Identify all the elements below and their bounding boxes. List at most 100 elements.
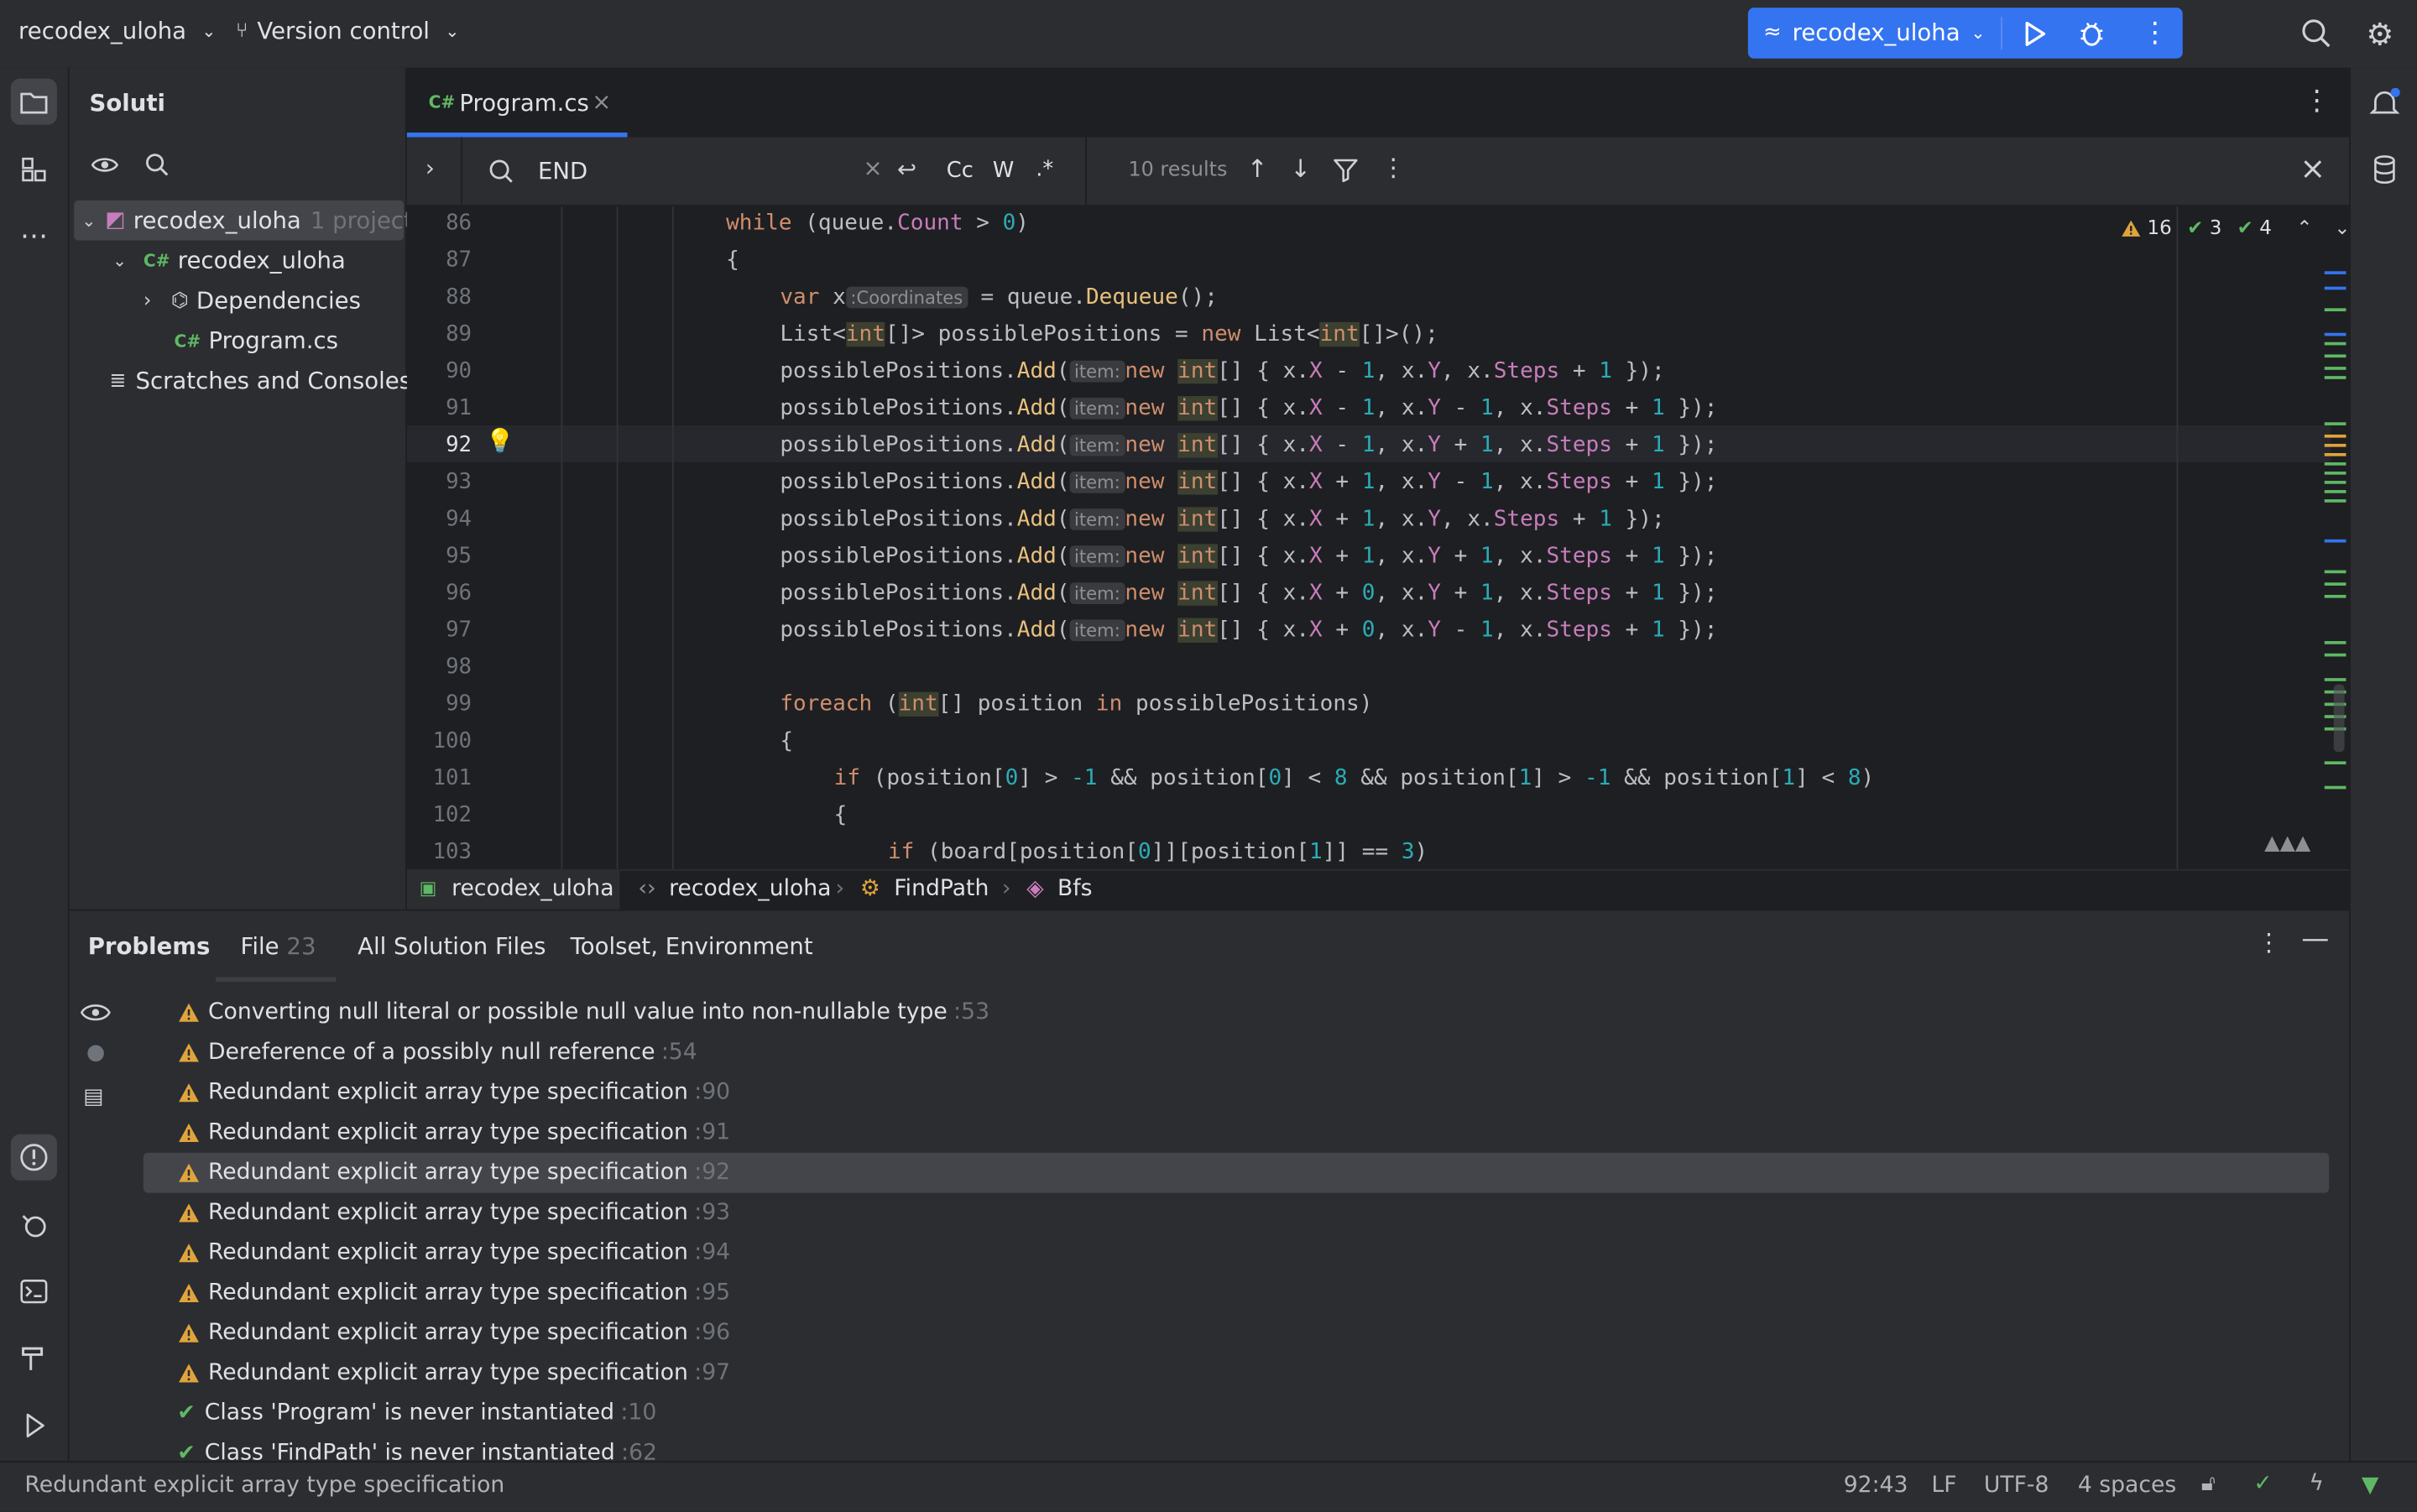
arrow-down-icon[interactable]: ↓ <box>1290 154 1311 184</box>
lightbulb-icon[interactable]: ● <box>86 1040 105 1065</box>
search-everywhere-button[interactable] <box>2300 17 2333 57</box>
problem-line: :54 <box>660 1040 697 1066</box>
debug-button[interactable] <box>2075 17 2108 50</box>
check-circle-icon[interactable]: ✓ <box>2253 1472 2272 1496</box>
problem-item[interactable]: Dereference of a possibly null reference… <box>177 1033 697 1073</box>
match-case-toggle[interactable]: Cc <box>947 159 974 183</box>
run-config-selector[interactable]: ≈ recodex_uloha ⌄ <box>1763 18 1985 46</box>
database-tool-button[interactable] <box>2362 146 2408 192</box>
close-find-icon[interactable]: × <box>2300 149 2326 186</box>
solution-panel: Soluti ⌄ ◩ recodex_uloha 1 project ⌄ C# … <box>69 67 413 910</box>
search-history-icon[interactable] <box>487 157 518 190</box>
structure-tool-button[interactable] <box>11 146 57 192</box>
filter-icon[interactable] <box>1332 156 1360 190</box>
tree-program-file[interactable]: C# Program.cs <box>175 321 338 361</box>
line-number: 90 <box>446 358 472 384</box>
more-vertical-icon[interactable]: ⋮ <box>2303 85 2331 117</box>
breadcrumb-item[interactable]: Bfs <box>1057 877 1093 901</box>
problem-item[interactable]: Converting null literal or possible null… <box>177 993 989 1033</box>
breadcrumb-item[interactable]: FindPath <box>894 877 989 901</box>
tree-solution[interactable]: ⌄ ◩ recodex_uloha 1 project <box>74 200 413 241</box>
find-input[interactable]: END <box>538 157 587 185</box>
unload-projects-button[interactable] <box>90 151 121 185</box>
unlock-icon[interactable]: 🔓︎ <box>2201 1472 2216 1496</box>
preview-icon[interactable]: ▤ <box>83 1085 103 1109</box>
warning-icon <box>179 1123 199 1142</box>
tree-scratches[interactable]: ≣ Scratches and Consoles <box>109 361 411 401</box>
services-tool-button[interactable] <box>11 1202 57 1249</box>
project-tool-button[interactable] <box>10 78 57 125</box>
breadcrumb: ▣ recodex_uloha ‹› recodex_uloha › ⚙ Fin… <box>406 868 2350 911</box>
csharp-file-icon: C# <box>428 92 456 113</box>
resharper-icon[interactable]: ϟ <box>2309 1472 2324 1496</box>
run-widget: ≈ recodex_uloha ⌄ ⋮ <box>1747 8 2183 59</box>
tree-dependencies[interactable]: › ⌬ Dependencies <box>137 280 361 321</box>
indent-setting[interactable]: 4 spaces <box>2078 1473 2176 1498</box>
chevron-right-icon[interactable]: › <box>425 154 435 182</box>
project-switcher[interactable]: recodex_uloha ⌄ <box>18 17 216 44</box>
more-vertical-icon[interactable]: ⋮ <box>1381 153 1406 182</box>
new-line-icon[interactable]: ↩ <box>897 156 916 184</box>
tab-toolset-environment[interactable]: Toolset, Environment <box>571 932 813 960</box>
run-icon <box>26 1413 44 1438</box>
problem-item[interactable]: Redundant explicit array type specificat… <box>177 1072 730 1113</box>
clear-icon[interactable]: × <box>864 154 883 182</box>
problem-item[interactable]: Redundant explicit array type specificat… <box>177 1193 730 1233</box>
more-vertical-icon[interactable]: ⋮ <box>2257 928 2281 957</box>
terminal-tool-button[interactable] <box>11 1269 57 1315</box>
line-number: 89 <box>446 321 472 347</box>
problems-panel: Problems File 23 All Solution Files Tool… <box>69 909 2350 1466</box>
more-vertical-icon[interactable]: ⋮ <box>2141 17 2169 50</box>
scrollbar-thumb[interactable] <box>2333 684 2345 753</box>
whole-word-toggle[interactable]: W <box>993 159 1014 183</box>
line-number: 97 <box>446 618 472 643</box>
code-line: possiblePositions.Add(item: new int[] { x… <box>780 470 1718 495</box>
folder-icon <box>20 92 48 114</box>
regex-toggle[interactable]: .* <box>1036 157 1053 181</box>
problem-item[interactable]: ✔ Class 'Program' is never instantiated:1… <box>177 1393 656 1433</box>
problem-item[interactable]: Redundant explicit array type specificat… <box>177 1313 730 1353</box>
line-number: 103 <box>432 840 472 865</box>
tab-file[interactable]: File 23 <box>241 932 316 960</box>
lightbulb-icon[interactable]: 💡 <box>486 427 514 455</box>
breadcrumb-item[interactable]: recodex_uloha <box>669 877 831 901</box>
error-stripe[interactable] <box>2324 206 2347 869</box>
problems-tool-button[interactable] <box>10 1134 57 1181</box>
problem-item[interactable]: Redundant explicit array type specificat… <box>177 1113 730 1153</box>
arrow-up-icon[interactable]: ↑ <box>1247 154 1268 184</box>
notifications-button[interactable] <box>2362 81 2408 127</box>
vcs-status-icon[interactable]: ▼ <box>2362 1473 2378 1498</box>
code-line: possiblePositions.Add(item: new int[] { x… <box>780 396 1718 421</box>
code-editor[interactable]: 86 87 88 89 90 91 92 93 94 95 96 97 98 9… <box>406 206 2350 869</box>
tab-program-cs[interactable]: C# Program.cs × <box>406 68 628 138</box>
problem-item[interactable]: Redundant explicit array type specificat… <box>143 1152 2330 1193</box>
code-line: possiblePositions.Add(item: new int[] { x… <box>780 507 1665 532</box>
problem-item[interactable]: Redundant explicit array type specificat… <box>177 1353 730 1394</box>
line-separator[interactable]: LF <box>1931 1473 1956 1498</box>
eye-icon[interactable] <box>80 1000 112 1031</box>
problem-line: :53 <box>953 1000 990 1025</box>
caret-position[interactable]: 92:43 <box>1844 1473 1908 1498</box>
tab-all-solution-files[interactable]: All Solution Files <box>358 932 546 960</box>
more-horizontal-icon[interactable]: ⋯ <box>11 212 57 258</box>
minimize-icon[interactable]: — <box>2301 923 2329 956</box>
class-icon: ⚙ <box>859 877 880 902</box>
chevron-up-icon[interactable]: ⌃ <box>2296 216 2312 239</box>
ai-assistant-icon[interactable]: ▲▲▲ <box>2264 832 2310 856</box>
find-in-tree-button[interactable] <box>144 151 171 185</box>
tree-project[interactable]: ⌄ C# recodex_uloha <box>107 241 346 281</box>
inspection-widget[interactable]: 16 ✔ 3 ✔ 4 ⌃ ⌄ <box>2121 216 2349 239</box>
line-number: 100 <box>432 728 472 754</box>
vcs-menu[interactable]: ⑂ Version control ⌄ <box>236 17 459 44</box>
close-icon[interactable]: × <box>592 88 611 116</box>
chevron-down-icon: ⌄ <box>1971 22 1986 43</box>
breadcrumb-item[interactable]: recodex_uloha <box>452 877 613 901</box>
problem-item[interactable]: Redundant explicit array type specificat… <box>177 1273 730 1313</box>
gear-icon[interactable]: ⚙ <box>2366 15 2394 52</box>
run-button[interactable] <box>2016 17 2049 50</box>
file-encoding[interactable]: UTF-8 <box>1984 1473 2049 1498</box>
run-tool-button[interactable] <box>11 1402 57 1448</box>
problem-item[interactable]: Redundant explicit array type specificat… <box>177 1233 730 1273</box>
tab-problems[interactable]: Problems <box>88 932 211 960</box>
build-tool-button[interactable] <box>11 1335 57 1381</box>
